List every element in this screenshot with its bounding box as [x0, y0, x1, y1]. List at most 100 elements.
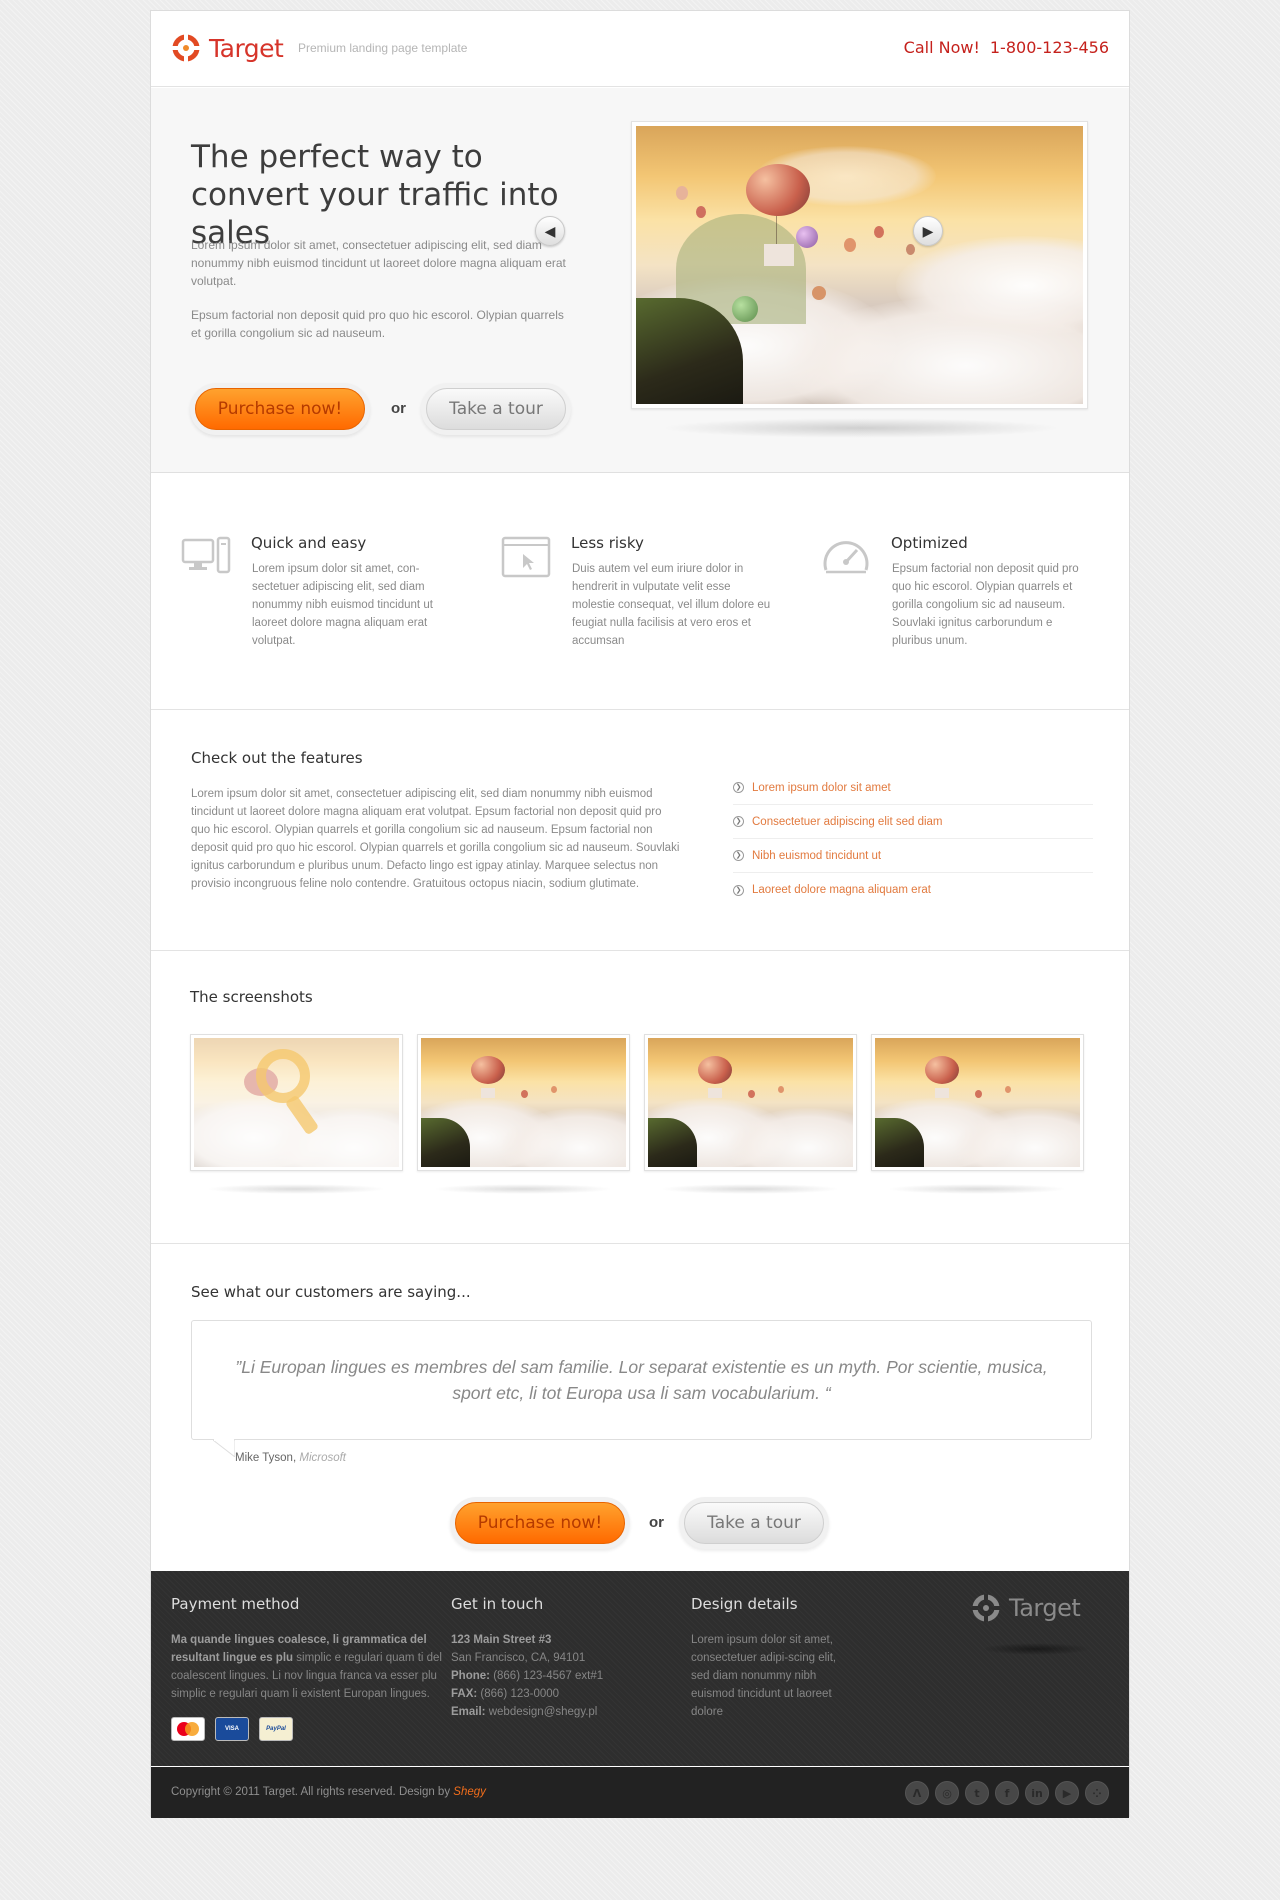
contact-email[interactable]: webdesign@shegy.pl	[489, 1706, 598, 1718]
slider-next-button[interactable]: ▶	[913, 216, 943, 246]
header: Target Premium landing page template Cal…	[151, 11, 1129, 87]
payment-text: Ma quande lingues coalesce, li grammatic…	[171, 1631, 456, 1703]
arrow-circle-icon: ❯	[733, 850, 744, 861]
contact-fax: (866) 123-0000	[480, 1688, 560, 1700]
contact-phone: (866) 123-4567 ext#1	[493, 1670, 604, 1682]
feature-title: Less risky	[571, 534, 644, 552]
feature-link-label: Nibh euismod tincidunt ut	[752, 849, 882, 862]
visa-electron-icon: VISA	[215, 1717, 249, 1741]
linkedin-icon[interactable]: in	[1025, 1781, 1049, 1805]
features-row: Quick and easy Lorem ipsum dolor sit ame…	[151, 474, 1129, 710]
computer-icon	[181, 536, 231, 574]
copyright: Copyright © 2011 Target. All rights rese…	[171, 1786, 486, 1798]
arrow-circle-icon: ❯	[733, 816, 744, 827]
social-links: Λ ◎ t f in ▶ ⁘	[905, 1781, 1109, 1805]
call-label: Call Now!	[903, 38, 980, 57]
phone-number: 1-800-123-456	[989, 38, 1109, 57]
screenshot-image	[875, 1038, 1080, 1167]
feature-link[interactable]: ❯ Consectetuer adipiscing elit sed diam	[733, 805, 1093, 839]
logo[interactable]: Target	[171, 33, 284, 63]
thumb-shadow	[433, 1184, 613, 1194]
thumb-shadow	[660, 1184, 840, 1194]
footer-logo[interactable]: Target	[971, 1593, 1081, 1623]
thumb-shadow	[206, 1184, 386, 1194]
screenshots-section: The screenshots	[151, 952, 1129, 1244]
tagline: Premium landing page template	[298, 41, 468, 55]
footer-logo-text: Target	[1009, 1594, 1081, 1622]
take-tour-button-bottom[interactable]: Take a tour	[684, 1502, 824, 1544]
hero-slider[interactable]	[631, 121, 1088, 409]
footer-title: Get in touch	[451, 1595, 544, 1613]
payment-cards: VISA PayPal	[171, 1717, 456, 1741]
feature-link-label: Lorem ipsum dolor sit amet	[752, 781, 891, 794]
thumb-shadow	[887, 1184, 1067, 1194]
page-container: Target Premium landing page template Cal…	[150, 10, 1130, 1818]
purchase-button-bottom[interactable]: Purchase now!	[455, 1502, 625, 1544]
screenshot-image	[648, 1038, 853, 1167]
features-paragraph: Lorem ipsum dolor sit amet, consectetuer…	[191, 788, 680, 890]
copyright-text: Copyright © 2011 Target. All rights rese…	[171, 1786, 451, 1798]
hero-section: The perfect way to convert your traffic …	[151, 88, 1129, 473]
or-label: or	[391, 400, 406, 417]
feature-text: Epsum factorial non deposit quid pro quo…	[892, 563, 1079, 647]
arrow-circle-icon: ❯	[733, 782, 744, 793]
dribbble-icon[interactable]: ◎	[935, 1781, 959, 1805]
section-title: The screenshots	[190, 988, 313, 1006]
paypal-icon: PayPal	[259, 1717, 293, 1741]
contact-city: San Francisco, CA, 94101	[451, 1652, 586, 1664]
arrow-circle-icon: ❯	[733, 884, 744, 896]
testimonial-section: See what our customers are saying... ”Li…	[151, 1245, 1129, 1575]
mastercard-icon	[171, 1717, 205, 1741]
footer-logo-shadow	[981, 1643, 1091, 1655]
youtube-icon[interactable]: ▶	[1055, 1781, 1079, 1805]
chevron-right-icon: ▶	[922, 222, 934, 239]
twitter-icon[interactable]: t	[965, 1781, 989, 1805]
footer-title: Payment method	[171, 1595, 300, 1613]
feature-text: Duis autem vel eum iriure dolor in hendr…	[572, 563, 771, 647]
hero-image	[636, 126, 1083, 404]
screenshot-thumb-2[interactable]	[417, 1034, 630, 1171]
author-name: Mike Tyson,	[235, 1452, 297, 1464]
screenshot-thumb-4[interactable]	[871, 1034, 1084, 1171]
browser-cursor-icon	[501, 536, 551, 578]
testimonial-quote: ”Li Europan lingues es membres del sam f…	[191, 1320, 1092, 1440]
screenshot-thumb-1[interactable]	[190, 1034, 403, 1171]
purchase-button[interactable]: Purchase now!	[195, 388, 365, 430]
slider-shadow	[661, 418, 1061, 438]
speedometer-icon	[823, 541, 869, 574]
features-detail-section: Check out the features Lorem ipsum dolor…	[151, 711, 1129, 951]
feature-link-label: Consectetuer adipiscing elit sed diam	[752, 815, 943, 828]
footer-title: Design details	[691, 1595, 798, 1613]
deviantart-icon[interactable]: Λ	[905, 1781, 929, 1805]
section-title: See what our customers are saying...	[191, 1283, 471, 1301]
call-now[interactable]: Call Now! 1-800-123-456	[904, 38, 1109, 57]
feature-link-label: Laoreet dolore magna aliquam erat	[752, 884, 932, 896]
target-logo-icon	[172, 34, 200, 62]
feature-link[interactable]: ❯ Laoreet dolore magna aliquam erat	[733, 873, 1093, 907]
slider-prev-button[interactable]: ◀	[535, 216, 565, 246]
bottom-bar: Copyright © 2011 Target. All rights rese…	[151, 1767, 1129, 1818]
feature-link[interactable]: ❯ Nibh euismod tincidunt ut	[733, 839, 1093, 873]
hero-paragraph-2: Epsum factorial non deposit quid pro quo…	[191, 308, 564, 340]
design-text: Lorem ipsum dolor sit amet, consectetuer…	[691, 1634, 837, 1718]
designer-link[interactable]: Shegy	[453, 1786, 486, 1798]
author-company: Microsoft	[299, 1452, 347, 1464]
quote-tail	[213, 1439, 235, 1457]
screenshot-thumb-3[interactable]	[644, 1034, 857, 1171]
rss-icon[interactable]: ⁘	[1085, 1781, 1109, 1805]
or-label: or	[649, 1514, 664, 1531]
magnifier-icon	[256, 1049, 310, 1103]
facebook-icon[interactable]: f	[995, 1781, 1019, 1805]
feature-link[interactable]: ❯ Lorem ipsum dolor sit amet	[733, 771, 1093, 805]
chevron-left-icon: ◀	[544, 222, 556, 239]
take-tour-button[interactable]: Take a tour	[426, 388, 566, 430]
footer-payment: Payment method Ma quande lingues coalesc…	[171, 1595, 456, 1741]
contact-fax-label: FAX:	[451, 1688, 478, 1700]
footer: Payment method Ma quande lingues coalesc…	[151, 1571, 1129, 1766]
contact-email-label: Email:	[451, 1706, 486, 1718]
feature-title: Quick and easy	[251, 534, 367, 552]
hero-title: The perfect way to convert your traffic …	[191, 139, 559, 251]
footer-design: Design details Lorem ipsum dolor sit ame…	[691, 1595, 841, 1721]
hero-paragraph-1: Lorem ipsum dolor sit amet, consectetuer…	[191, 238, 566, 288]
feature-title: Optimized	[891, 534, 968, 552]
